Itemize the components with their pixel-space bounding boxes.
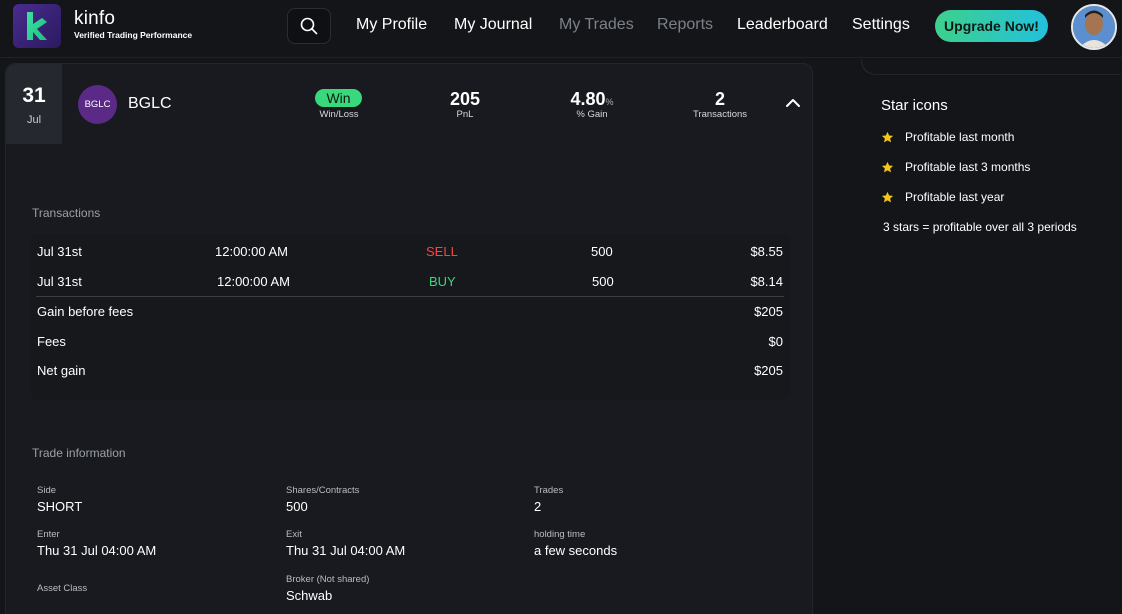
transactions-count: 2 [714, 89, 725, 109]
nav-my-journal[interactable]: My Journal [454, 16, 532, 34]
avatar[interactable] [1071, 4, 1117, 50]
star-legend-item: Profitable last 3 months [881, 160, 1030, 174]
pct-gain-number: 4.80 [570, 89, 606, 109]
shares-label: Shares/Contracts [286, 485, 360, 496]
pct-sign: % [605, 97, 614, 107]
avatar-photo [1073, 6, 1115, 48]
broker-label: Broker (Not shared) [286, 574, 370, 585]
star-icon [881, 161, 894, 172]
trade-card: 31 Jul BGLC BGLC Win Win/Loss 205 PnL 4.… [5, 63, 813, 614]
transactions-title: Transactions [32, 206, 101, 220]
tx-time: 12:00:00 AM [215, 244, 288, 259]
shares-value: 500 [286, 499, 308, 514]
enter-label: Enter [37, 529, 60, 540]
summary-row-fees: Fees $0 [37, 334, 783, 354]
top-header: kinfo Verified Trading Performance My Pr… [0, 0, 1122, 58]
chevron-up-icon[interactable] [785, 95, 801, 111]
holding-label: holding time [534, 529, 586, 540]
pnl-value: 205 [449, 89, 481, 109]
pct-gain-label: % Gain [576, 109, 608, 120]
tx-date: Jul 31st [37, 274, 82, 289]
nav-settings[interactable]: Settings [852, 16, 910, 34]
star-legend-label: Profitable last year [905, 190, 1005, 204]
summary-row-net: Net gain $205 [37, 363, 783, 383]
kinfo-k-icon [27, 12, 47, 40]
date-month: Jul [26, 114, 42, 126]
nav-reports[interactable]: Reports [657, 16, 713, 34]
gain-before-fees-value: $205 [754, 304, 783, 319]
tx-date: Jul 31st [37, 244, 82, 259]
brand-name: kinfo [74, 8, 116, 29]
table-row: Jul 31st 12:00:00 AM BUY 500 $8.14 [37, 274, 783, 294]
right-panel-edge [862, 58, 1122, 74]
trades-value: 2 [534, 499, 542, 514]
star-icon [881, 131, 894, 142]
tx-price: $8.55 [750, 244, 783, 259]
summary-row-gain: Gain before fees $205 [37, 304, 783, 324]
side-label: Side [37, 485, 57, 496]
nav-leaderboard[interactable]: Leaderboard [737, 16, 828, 34]
search-button[interactable] [287, 8, 331, 44]
asset-class-label: Asset Class [37, 583, 88, 594]
transactions-label: Transactions [692, 109, 748, 120]
transactions-divider [36, 296, 784, 297]
upgrade-button[interactable]: Upgrade Now! [935, 10, 1048, 42]
tx-side: SELL [426, 244, 458, 259]
table-row: Jul 31st 12:00:00 AM SELL 500 $8.55 [37, 244, 783, 264]
broker-value: Schwab [286, 588, 333, 603]
date-tab: 31 Jul [6, 64, 62, 144]
net-gain-value: $205 [754, 363, 783, 378]
trade-info-title: Trade information [32, 446, 126, 460]
nav-my-trades[interactable]: My Trades [559, 16, 634, 34]
ticker-badge: BGLC [78, 85, 117, 124]
pnl-label: PnL [456, 109, 474, 120]
tx-time: 12:00:00 AM [217, 274, 290, 289]
search-icon [300, 17, 318, 35]
enter-value: Thu 31 Jul 04:00 AM [37, 543, 157, 558]
brand-tagline: Verified Trading Performance [74, 30, 193, 40]
ticker-name[interactable]: BGLC [128, 95, 172, 113]
exit-value: Thu 31 Jul 04:00 AM [286, 543, 406, 558]
trades-label: Trades [534, 485, 564, 496]
nav-my-profile[interactable]: My Profile [356, 16, 427, 34]
side-value: SHORT [37, 499, 83, 514]
exit-label: Exit [286, 529, 302, 540]
star-legend-note: 3 stars = profitable over all 3 periods [883, 220, 1077, 234]
star-legend-label: Profitable last 3 months [905, 160, 1031, 174]
date-day: 31 [22, 84, 46, 107]
result-label: Win/Loss [319, 109, 359, 120]
star-legend-label: Profitable last month [905, 130, 1015, 144]
star-legend-title: Star icons [881, 97, 948, 114]
net-gain-label: Net gain [37, 363, 86, 378]
tx-qty: 500 [592, 274, 614, 289]
holding-value: a few seconds [534, 543, 618, 558]
result-badge: Win [315, 89, 362, 107]
pct-gain-value: 4.80% [556, 89, 628, 110]
star-legend-item: Profitable last month [881, 130, 1014, 144]
fees-label: Fees [37, 334, 66, 349]
fees-value: $0 [768, 334, 783, 349]
tx-side: BUY [429, 274, 456, 289]
star-legend-item: Profitable last year [881, 190, 1004, 204]
star-icon [881, 191, 894, 202]
gain-before-fees-label: Gain before fees [37, 304, 134, 319]
kinfo-logo[interactable] [13, 4, 61, 48]
tx-price: $8.14 [750, 274, 783, 289]
tx-qty: 500 [591, 244, 613, 259]
